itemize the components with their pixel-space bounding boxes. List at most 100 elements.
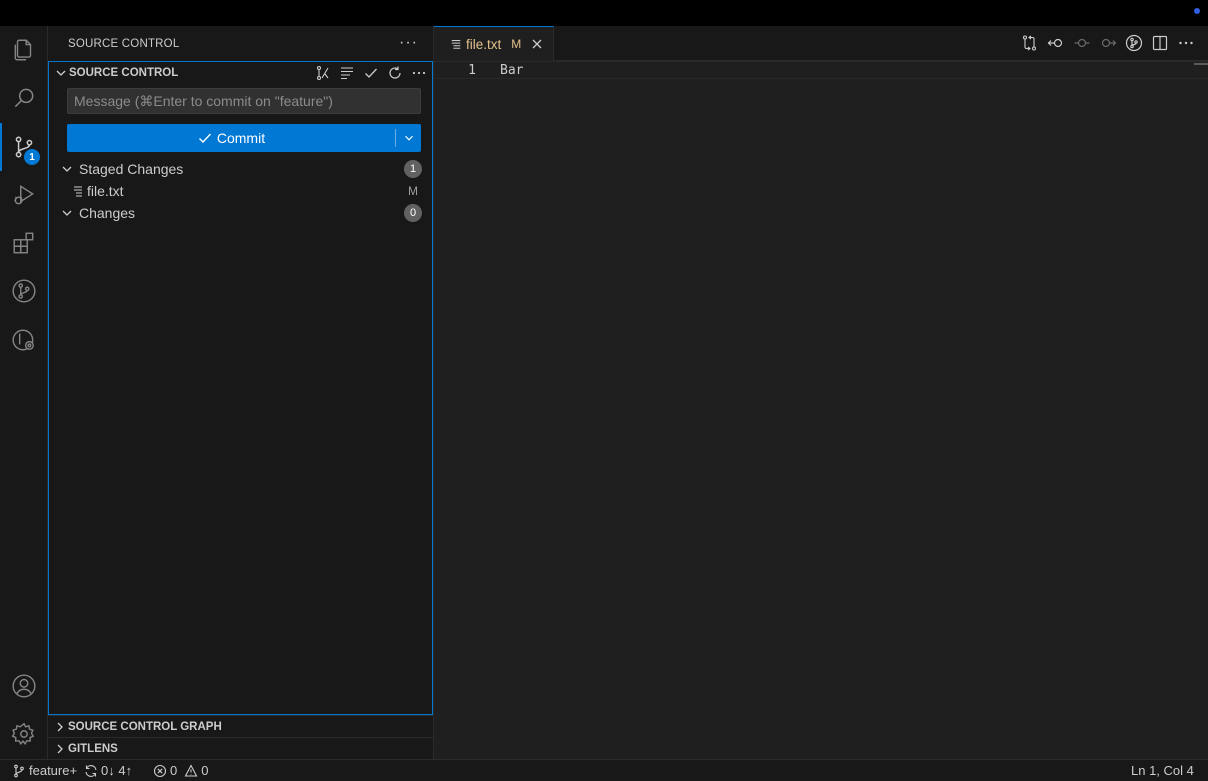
file-lines-icon bbox=[451, 40, 461, 49]
source-control-graph-section[interactable]: SOURCE CONTROL GRAPH bbox=[48, 715, 433, 737]
commit-button[interactable]: Commit bbox=[67, 124, 395, 152]
gitlens-toggle-button[interactable] bbox=[1124, 33, 1144, 53]
gitlens-inspect-icon bbox=[12, 329, 34, 351]
staged-changes-count: 1 bbox=[404, 160, 422, 178]
sync-counts: 0↓ 4↑ bbox=[101, 763, 133, 778]
commit-check-button[interactable] bbox=[362, 64, 380, 82]
commit-button-group: Commit bbox=[67, 124, 421, 152]
line-number: 1 bbox=[468, 63, 476, 78]
split-editor-icon bbox=[1152, 35, 1168, 51]
title-bar bbox=[0, 0, 1208, 26]
staged-file-name: file.txt bbox=[87, 183, 124, 199]
chevron-down-icon bbox=[404, 135, 413, 141]
accounts-icon bbox=[12, 674, 36, 698]
source-control-graph-title: SOURCE CONTROL GRAPH bbox=[68, 720, 222, 733]
status-bar: feature+ 0↓ 4↑ 0 0 Ln 1, Col 4 bbox=[0, 759, 1208, 781]
chevron-down-icon bbox=[62, 210, 72, 216]
editor-area: file.txt M 1 Bar bbox=[434, 26, 1208, 759]
refresh-icon bbox=[389, 66, 401, 79]
check-icon bbox=[198, 133, 211, 144]
gitlens-icon bbox=[1125, 34, 1143, 52]
compare-changes-icon bbox=[1022, 35, 1037, 51]
files-icon bbox=[14, 39, 32, 61]
source-control-section: SOURCE CONTROL Commit Staged Changes bbox=[48, 61, 433, 715]
line-text: Bar bbox=[500, 63, 524, 78]
gitlens-compare-icon bbox=[316, 65, 329, 81]
manage-button[interactable] bbox=[0, 710, 48, 758]
more-actions-button[interactable] bbox=[410, 64, 428, 82]
extensions-button[interactable] bbox=[0, 219, 48, 267]
commit-message-input[interactable] bbox=[67, 88, 421, 114]
source-control-sidebar: SOURCE CONTROL ··· SOURCE CONTROL Commit bbox=[48, 26, 434, 759]
chevron-right-icon bbox=[57, 744, 63, 754]
sidebar-more-actions-button[interactable]: ··· bbox=[399, 34, 418, 52]
warning-icon bbox=[184, 763, 198, 777]
previous-revision-icon bbox=[1047, 38, 1063, 48]
open-gitlens-button[interactable] bbox=[314, 64, 332, 82]
commit-graph-button[interactable] bbox=[1072, 33, 1092, 53]
staged-file-item[interactable]: file.txt M bbox=[49, 180, 432, 202]
file-lines-icon bbox=[74, 186, 82, 197]
source-control-button[interactable]: 1 bbox=[0, 123, 48, 171]
split-editor-button[interactable] bbox=[1150, 33, 1170, 53]
staged-file-status: M bbox=[408, 184, 418, 198]
source-control-badge: 1 bbox=[24, 149, 40, 165]
editor-tab-file[interactable]: file.txt M bbox=[434, 26, 554, 61]
code-line: 1 Bar bbox=[434, 61, 1208, 79]
section-title: SOURCE CONTROL bbox=[69, 67, 179, 79]
open-changes-button[interactable] bbox=[1020, 33, 1040, 53]
changes-label: Changes bbox=[79, 205, 136, 221]
sync-status-item[interactable]: 0↓ 4↑ bbox=[84, 763, 132, 778]
run-debug-icon bbox=[14, 185, 34, 205]
run-debug-button[interactable] bbox=[0, 171, 48, 219]
chevron-right-icon bbox=[57, 722, 63, 732]
warning-count: 0 bbox=[201, 763, 209, 778]
tab-modified-status: M bbox=[511, 37, 522, 51]
gitlens-inspect-button[interactable] bbox=[0, 316, 48, 364]
notification-dot bbox=[1194, 8, 1200, 14]
error-count: 0 bbox=[170, 763, 178, 778]
editor-more-actions-button[interactable] bbox=[1176, 33, 1196, 53]
close-icon[interactable] bbox=[529, 36, 545, 52]
manage-gear-icon bbox=[11, 722, 35, 745]
view-as-list-button[interactable] bbox=[338, 64, 356, 82]
previous-change-button[interactable] bbox=[1046, 33, 1066, 53]
ellipsis-icon bbox=[1179, 41, 1193, 45]
list-icon bbox=[341, 67, 353, 80]
chevron-down-icon bbox=[62, 166, 72, 172]
extensions-icon bbox=[13, 232, 34, 254]
gitlens-section[interactable]: GITLENS bbox=[48, 737, 433, 759]
changes-group[interactable]: Changes 0 bbox=[49, 202, 432, 224]
commit-dropdown-button[interactable] bbox=[396, 124, 421, 152]
gitlens-title: GITLENS bbox=[68, 742, 118, 755]
code-editor[interactable]: 1 Bar bbox=[434, 61, 1208, 759]
accounts-button[interactable] bbox=[0, 662, 48, 710]
overview-ruler-marker bbox=[1194, 63, 1208, 65]
chevron-down-icon bbox=[56, 70, 66, 76]
error-icon bbox=[153, 764, 167, 777]
commit-icon bbox=[1074, 38, 1090, 48]
source-control-section-header[interactable]: SOURCE CONTROL bbox=[49, 62, 432, 84]
cursor-position: Ln 1, Col 4 bbox=[1131, 763, 1194, 778]
sync-icon bbox=[85, 764, 97, 777]
sidebar-title: SOURCE CONTROL bbox=[68, 37, 180, 50]
editor-tab-bar: file.txt M bbox=[434, 26, 1208, 61]
git-branch-icon bbox=[14, 764, 24, 777]
changes-count: 0 bbox=[404, 204, 422, 222]
next-change-button[interactable] bbox=[1098, 33, 1118, 53]
refresh-button[interactable] bbox=[386, 64, 404, 82]
cursor-position-item[interactable]: Ln 1, Col 4 bbox=[1131, 763, 1194, 778]
search-button[interactable] bbox=[0, 74, 48, 122]
branch-name: feature+ bbox=[29, 763, 78, 778]
branch-status-item[interactable]: feature+ bbox=[12, 763, 77, 778]
problems-status-item[interactable]: 0 0 bbox=[153, 763, 208, 778]
check-icon bbox=[365, 68, 377, 78]
gitlens-button[interactable] bbox=[0, 267, 48, 315]
staged-changes-group[interactable]: Staged Changes 1 bbox=[49, 158, 432, 180]
activity-bar: 1 bbox=[0, 26, 48, 759]
editor-actions bbox=[1020, 33, 1196, 53]
explorer-button[interactable] bbox=[0, 26, 48, 74]
sidebar-header: SOURCE CONTROL ··· bbox=[48, 26, 434, 61]
next-revision-icon bbox=[1101, 38, 1117, 48]
search-icon bbox=[14, 88, 34, 108]
